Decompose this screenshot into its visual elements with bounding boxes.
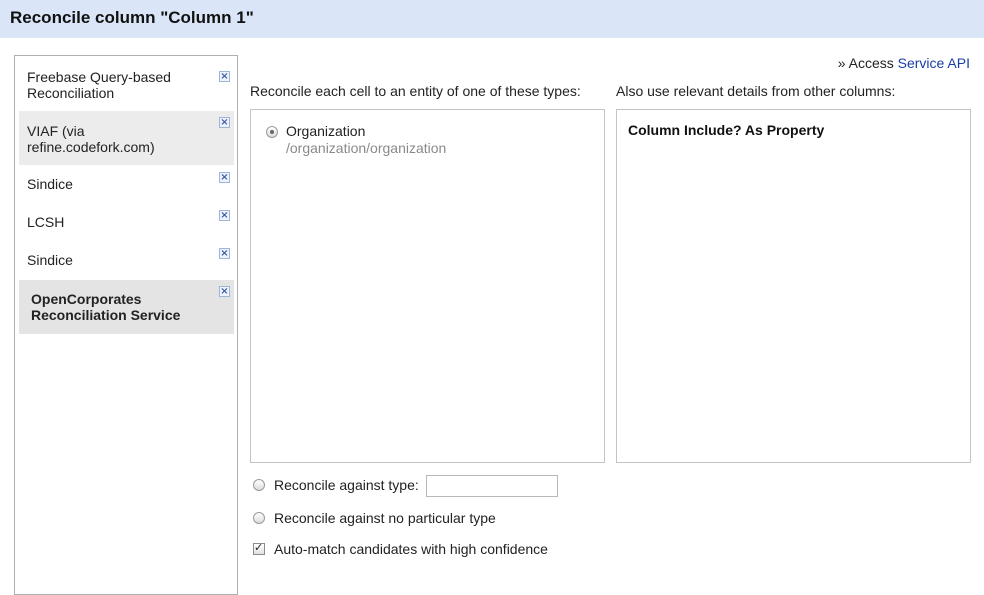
no-type-radio[interactable] (253, 512, 265, 524)
type-id: /organization/organization (286, 140, 447, 156)
types-heading: Reconcile each cell to an entity of one … (250, 83, 581, 99)
remove-service-icon[interactable]: × (219, 172, 230, 183)
type-name: Organization (286, 123, 366, 139)
remove-service-icon[interactable]: × (219, 286, 230, 297)
access-prefix: » Access (837, 55, 894, 71)
service-item-sindice[interactable]: Sindice × (19, 172, 234, 196)
type-radio-organization[interactable] (266, 126, 278, 138)
service-item-label: VIAF (via refine.codefork.com) (27, 123, 155, 155)
types-panel: Organization /organization/organization (250, 109, 605, 463)
service-item-viaf[interactable]: VIAF (via refine.codefork.com) × (19, 111, 234, 165)
remove-service-icon[interactable]: × (219, 248, 230, 259)
access-service-api: » Access Service API (838, 55, 970, 71)
service-item-label: Freebase Query-based Reconciliation (27, 69, 171, 101)
columns-panel: Column Include? As Property (616, 109, 971, 463)
against-type-label: Reconcile against type: (274, 477, 419, 493)
no-type-label: Reconcile against no particular type (274, 510, 496, 526)
against-type-radio[interactable] (253, 479, 265, 491)
auto-match-checkbox[interactable] (253, 541, 265, 555)
service-api-link[interactable]: Service API (898, 55, 970, 71)
column-property-header: Column Include? As Property (628, 122, 825, 138)
service-item-label: Sindice (27, 176, 73, 192)
type-input[interactable] (426, 475, 558, 497)
remove-service-icon[interactable]: × (219, 210, 230, 221)
auto-match-label: Auto-match candidates with high confiden… (274, 541, 548, 557)
service-list: Freebase Query-based Reconciliation × VI… (14, 55, 238, 595)
service-item-lcsh[interactable]: LCSH × (19, 210, 234, 234)
remove-service-icon[interactable]: × (219, 71, 230, 82)
service-item-label: LCSH (27, 214, 65, 230)
service-item-label: OpenCorporates Reconciliation Service (31, 291, 181, 323)
remove-service-icon[interactable]: × (219, 117, 230, 128)
service-item-freebase[interactable]: Freebase Query-based Reconciliation × (19, 68, 234, 104)
service-item-sindice-2[interactable]: Sindice × (19, 248, 234, 272)
dialog-title: Reconcile column "Column 1" (10, 8, 254, 27)
columns-heading: Also use relevant details from other col… (616, 83, 896, 99)
service-item-label: Sindice (27, 252, 73, 268)
dialog-header: Reconcile column "Column 1" (0, 0, 984, 38)
service-item-opencorporates[interactable]: OpenCorporates Reconciliation Service × (19, 280, 234, 334)
